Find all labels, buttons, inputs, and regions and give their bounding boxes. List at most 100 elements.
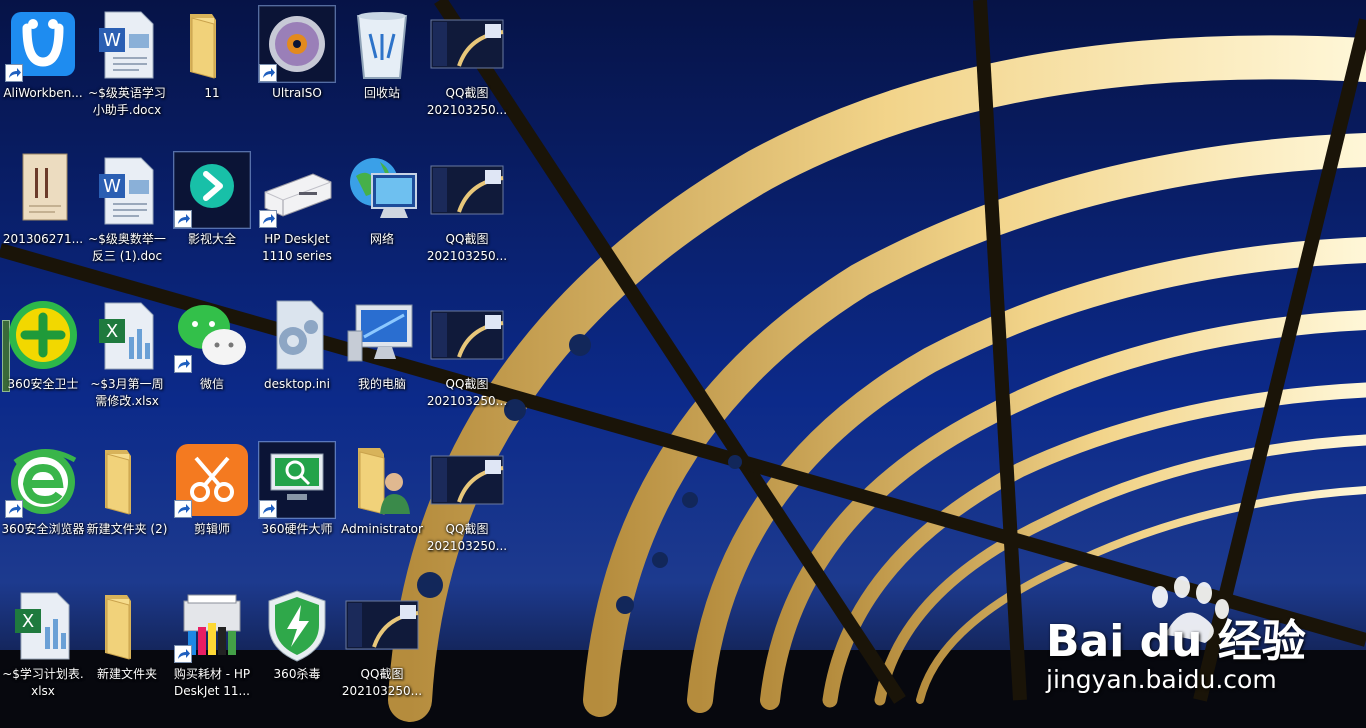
excel-document-icon: X (89, 297, 165, 373)
svg-text:W: W (103, 30, 121, 51)
baidu-jingyan-watermark: Bai du 经验 jingyan.baidu.com (1040, 575, 1340, 705)
shortcut-arrow-icon (259, 500, 277, 518)
desktop-icon-label: 11 (204, 86, 220, 100)
desktop-icon[interactable]: 11 (169, 0, 255, 140)
shortcut-arrow-icon (5, 64, 23, 82)
desktop-icon-label: 购买耗材 - HP DeskJet 11... (173, 667, 251, 698)
hardware-monitor-icon (258, 441, 336, 519)
desktop-icon-label: 网络 (369, 232, 394, 246)
desktop-icon-label: 201306271... (2, 232, 84, 246)
desktop-icon[interactable]: HP DeskJet 1110 series (254, 146, 340, 286)
desktop-icon-label: 微信 (199, 377, 224, 391)
desktop-icon[interactable]: 360杀毒 (254, 581, 340, 721)
word-document-icon: W (89, 152, 165, 228)
desktop-icon[interactable]: 我的电脑 (339, 291, 425, 431)
desktop-icon-label: 360硬件大师 (261, 522, 333, 536)
image-thumbnail-icon (344, 587, 420, 663)
shortcut-arrow-icon (174, 355, 192, 373)
ultraiso-disc-icon (258, 5, 336, 83)
desktop-icon[interactable]: Administrator (339, 436, 425, 576)
word-document-icon: W (89, 6, 165, 82)
desktop-icon-label: QQ截图 202103250... (426, 377, 508, 408)
desktop-icon-label: 影视大全 (187, 232, 236, 246)
desktop-icon[interactable]: UltraISO (254, 0, 340, 140)
desktop-icon-label: QQ截图 202103250... (426, 522, 508, 553)
image-thumbnail-icon (429, 442, 505, 518)
desktop-icon[interactable]: 购买耗材 - HP DeskJet 11... (169, 581, 255, 721)
shortcut-arrow-icon (5, 500, 23, 518)
desktop-icon-label: Administrator (341, 522, 423, 536)
scissors-editor-icon (174, 442, 250, 518)
desktop-icon[interactable]: 微信 (169, 291, 255, 431)
desktop-icon[interactable]: X ~$学习计划表. xlsx (0, 581, 86, 721)
desktop-icon[interactable]: 新建文件夹 (2) (84, 436, 170, 576)
folder-icon (174, 6, 250, 82)
desktop-icon[interactable]: QQ截图 202103250... (424, 146, 510, 286)
desktop-icon-label: 360安全卫士 (7, 377, 79, 391)
desktop-icon[interactable]: X ~$3月第一周 需修改.xlsx (84, 291, 170, 431)
video-player-icon (173, 151, 251, 229)
desktop-icon[interactable]: 360硬件大师 (254, 436, 340, 576)
desktop-icon[interactable]: QQ截图 202103250... (424, 0, 510, 140)
desktop-icon-label: QQ截图 202103250... (341, 667, 423, 698)
desktop-icon[interactable]: 360安全浏览器 (0, 436, 86, 576)
desktop-icon-label: 新建文件夹 (96, 667, 157, 681)
book-cover-thumbnail-icon (5, 152, 81, 228)
desktop-icon[interactable]: 360安全卫士 (0, 291, 86, 431)
wechat-icon (174, 297, 250, 373)
image-thumbnail-icon (429, 152, 505, 228)
desktop-icon-label: ~$级英语学习 小助手.docx (88, 86, 166, 117)
desktop-icon[interactable]: 影视大全 (169, 146, 255, 286)
image-thumbnail-icon (429, 297, 505, 373)
desktop-icon[interactable]: 回收站 (339, 0, 425, 140)
network-globe-icon (344, 152, 420, 228)
antivirus-shield-icon (259, 587, 335, 663)
security-guard-icon (5, 297, 81, 373)
desktop-icon[interactable]: 剪辑师 (169, 436, 255, 576)
desktop-icon-label: HP DeskJet 1110 series (262, 232, 332, 263)
desktop-icon[interactable]: AliWorkben... (0, 0, 86, 140)
printer-supplies-icon (174, 587, 250, 663)
desktop-icon-label: 新建文件夹 (2) (86, 522, 168, 536)
desktop-icon[interactable]: W ~$级英语学习 小助手.docx (84, 0, 170, 140)
desktop-icon[interactable]: 网络 (339, 146, 425, 286)
printer-icon (259, 152, 335, 228)
folder-icon (89, 442, 165, 518)
user-folder-icon (344, 442, 420, 518)
shortcut-arrow-icon (259, 64, 277, 82)
recycle-bin-icon (344, 6, 420, 82)
desktop-icon-label: 360安全浏览器 (1, 522, 85, 536)
desktop-icon-label: QQ截图 202103250... (426, 86, 508, 117)
desktop-icon-label: desktop.ini (264, 377, 330, 391)
desktop-icon-label: 剪辑师 (193, 522, 230, 536)
watermark-url: jingyan.baidu.com (1046, 665, 1277, 694)
svg-text:X: X (106, 321, 118, 342)
desktop-icon-label: AliWorkben... (3, 86, 83, 100)
svg-text:W: W (103, 176, 121, 197)
desktop-icon[interactable]: QQ截图 202103250... (339, 581, 425, 721)
computer-icon (344, 297, 420, 373)
desktop-icon-label: 360杀毒 (273, 667, 321, 681)
desktop-icon[interactable]: W ~$级奥数举一 反三 (1).doc (84, 146, 170, 286)
shortcut-arrow-icon (259, 210, 277, 228)
desktop-icon-label: UltraISO (272, 86, 322, 100)
desktop-icon[interactable]: desktop.ini (254, 291, 340, 431)
aliworkbench-icon (5, 6, 81, 82)
shortcut-arrow-icon (174, 500, 192, 518)
shortcut-arrow-icon (174, 210, 192, 228)
desktop-icon-label: 我的电脑 (357, 377, 406, 391)
folder-icon (89, 587, 165, 663)
desktop-icon-label: QQ截图 202103250... (426, 232, 508, 263)
desktop-icon[interactable]: 新建文件夹 (84, 581, 170, 721)
desktop-icon-label: ~$3月第一周 需修改.xlsx (90, 377, 164, 408)
desktop-icon[interactable]: QQ截图 202103250... (424, 291, 510, 431)
image-thumbnail-icon (429, 6, 505, 82)
desktop-icon-label: ~$学习计划表. xlsx (2, 667, 84, 698)
desktop-icon[interactable]: 201306271... (0, 146, 86, 286)
svg-text:X: X (22, 611, 34, 632)
settings-file-icon (259, 297, 335, 373)
watermark-brand: Bai du 经验 (1046, 616, 1306, 667)
desktop-icon-label: 回收站 (363, 86, 400, 100)
desktop-icon[interactable]: QQ截图 202103250... (424, 436, 510, 576)
excel-document-icon: X (5, 587, 81, 663)
